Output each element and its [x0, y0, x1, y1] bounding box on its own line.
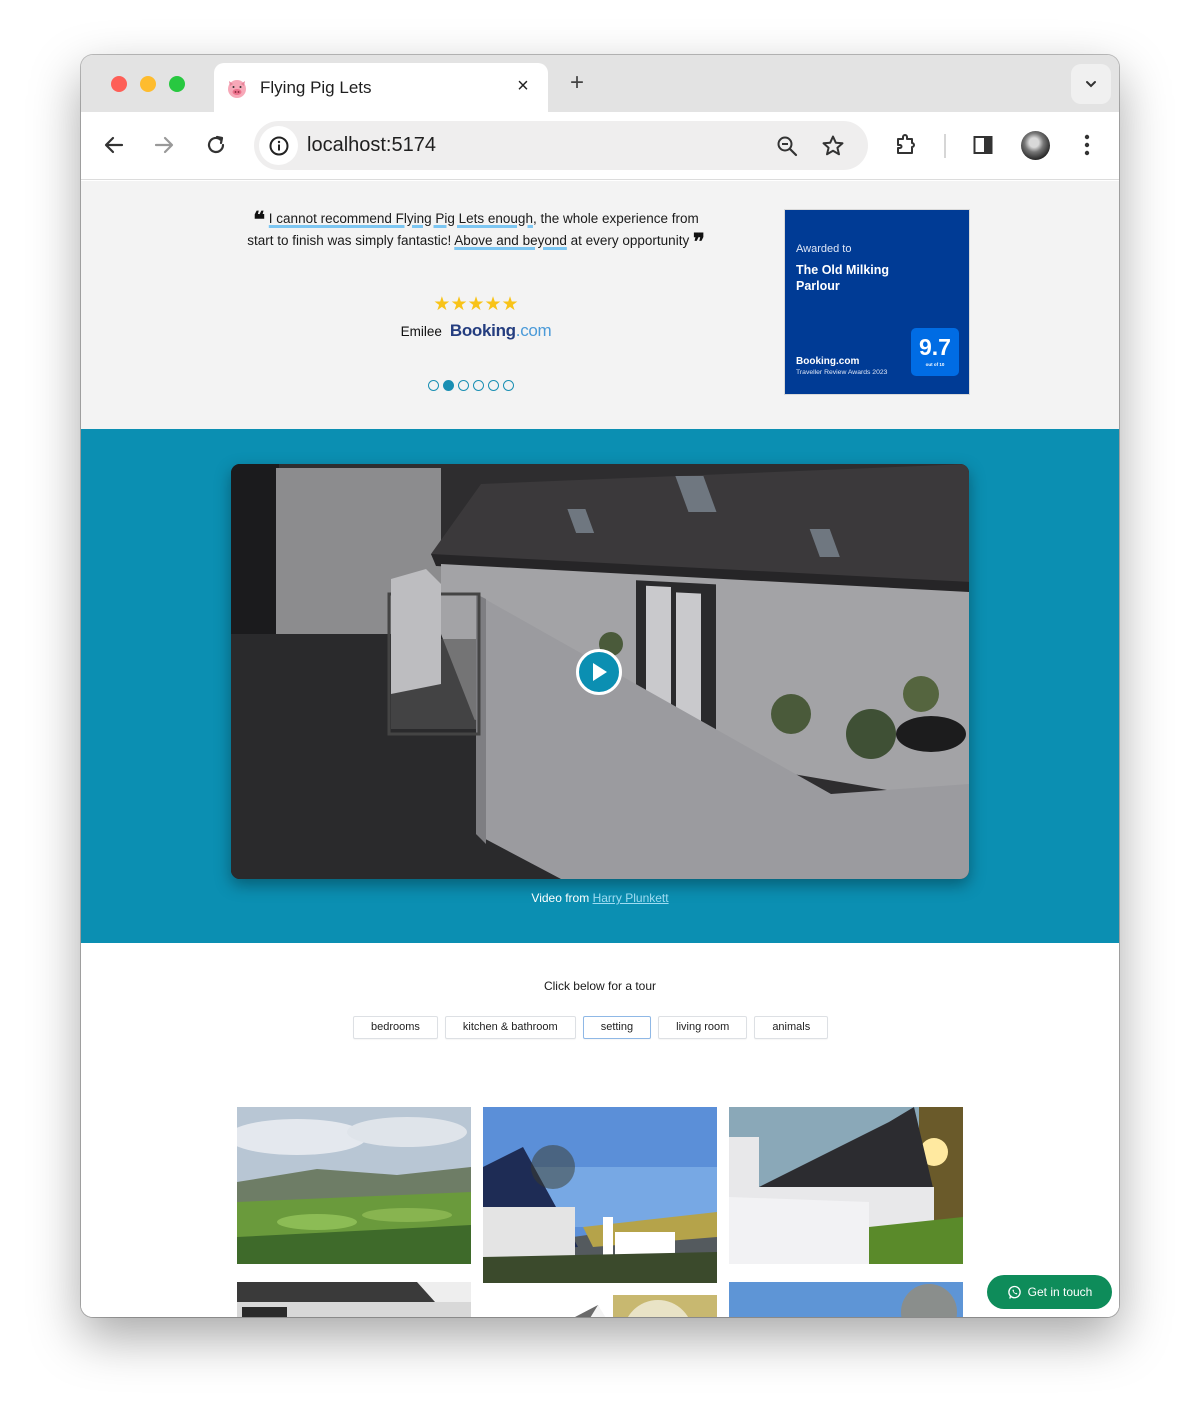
open-quote-icon: ❝ [253, 207, 266, 233]
close-quote-icon: ❞ [692, 229, 705, 255]
tour-filter-living-room[interactable]: living room [658, 1016, 748, 1039]
tour-filter-kitchen-bathroom[interactable]: kitchen & bathroom [444, 1016, 576, 1039]
carousel-dot[interactable] [473, 380, 484, 391]
reviewer-name: Emilee [400, 323, 442, 339]
url-text[interactable]: localhost:5174 [307, 134, 436, 157]
play-icon [593, 663, 607, 681]
cottage-sunset-image [729, 1107, 963, 1264]
award-label: Awarded to [796, 243, 852, 255]
site-info-button[interactable] [259, 126, 298, 165]
video-player[interactable] [231, 464, 969, 879]
tour-filter-bar: bedrooms kitchen & bathroom setting living … [353, 1016, 829, 1039]
browser-tab[interactable]: Flying Pig Lets × [214, 63, 548, 112]
award-score: 9.7 [919, 334, 951, 360]
bookmark-star-icon [822, 135, 844, 156]
gallery-photo[interactable] [483, 1295, 717, 1317]
carousel-dot[interactable] [503, 380, 514, 391]
side-panel-button[interactable] [969, 131, 997, 159]
address-bar[interactable]: localhost:5174 [254, 121, 868, 170]
video-credit-link[interactable]: Harry Plunkett [593, 891, 669, 905]
carousel-dots [428, 380, 514, 391]
bookmark-button[interactable] [820, 133, 846, 159]
close-tab-icon[interactable]: × [512, 75, 534, 97]
tour-filter-animals[interactable]: animals [754, 1016, 829, 1039]
reviewer-line: Emilee Booking.com [381, 321, 571, 341]
tab-search-button[interactable] [1071, 64, 1111, 104]
gallery-photo[interactable] [237, 1282, 471, 1317]
site-info-icon [269, 136, 288, 155]
star-rating: ★★★★★ [433, 294, 519, 315]
extensions-icon [897, 134, 915, 154]
tour-section: Click below for a tour bedrooms kitchen &… [81, 943, 1119, 1317]
zoom-out-icon [777, 136, 798, 157]
get-in-touch-button[interactable]: Get in touch [987, 1275, 1112, 1309]
carousel-dot[interactable] [443, 380, 454, 391]
maximize-window-button[interactable] [169, 76, 185, 92]
cottage-gable-image [483, 1295, 717, 1317]
review-quote: ❝ I cannot recommend Flying Pig Lets eno… [241, 207, 711, 255]
tab-title: Flying Pig Lets [260, 77, 372, 97]
gallery-photo[interactable] [483, 1107, 717, 1283]
more-menu-button[interactable] [1073, 131, 1101, 159]
more-menu-icon [1084, 134, 1090, 156]
side-panel-icon [973, 136, 993, 154]
quote-highlight: Above and beyond [454, 233, 567, 248]
forward-icon [154, 136, 174, 154]
tour-heading: Click below for a tour [543, 979, 657, 993]
booking-award-badge: Awarded to The Old Milking Parlour Booki… [784, 209, 970, 395]
award-brand: Booking.com [796, 356, 860, 367]
award-score-sub: out of 10 [925, 362, 945, 367]
profile-avatar[interactable] [1021, 131, 1050, 160]
close-window-button[interactable] [111, 76, 127, 92]
minimize-window-button[interactable] [140, 76, 156, 92]
cottage-roof-sky-image [729, 1282, 963, 1317]
play-button[interactable] [576, 649, 622, 695]
video-credit-prefix: Video from [531, 891, 590, 905]
reviews-section: ❝ I cannot recommend Flying Pig Lets eno… [81, 181, 1119, 429]
gallery-photo[interactable] [729, 1107, 963, 1264]
gallery-photo[interactable] [237, 1107, 471, 1264]
award-property-name: The Old Milking Parlour [796, 263, 890, 293]
back-icon [104, 136, 124, 154]
whatsapp-icon [1007, 1285, 1021, 1299]
booking-logo: Booking.com [450, 321, 552, 341]
quote-highlight: I cannot recommend Flying Pig Lets enoug… [268, 211, 533, 226]
page-content: ❝ I cannot recommend Flying Pig Lets eno… [81, 181, 1119, 1317]
forward-button[interactable] [151, 132, 177, 158]
get-in-touch-label: Get in touch [1027, 1285, 1093, 1299]
browser-toolbar: localhost:5174 [81, 112, 1119, 180]
valley-view-image [237, 1107, 471, 1264]
carousel-dot[interactable] [428, 380, 439, 391]
zoom-out-button[interactable] [774, 133, 800, 159]
booking-logo-brand: Booking [449, 321, 516, 340]
tour-filter-bedrooms[interactable]: bedrooms [353, 1016, 438, 1039]
cottage-bw-image [237, 1282, 471, 1317]
chevron-down-icon [1086, 81, 1096, 88]
quote-text: at every opportunity [566, 233, 690, 248]
cottage-gateway-image [483, 1107, 717, 1283]
award-subtitle: Traveller Review Awards 2023 [796, 369, 888, 376]
new-tab-button[interactable]: + [565, 71, 589, 95]
reload-icon [207, 135, 225, 154]
video-credit: Video from Harry Plunkett [81, 891, 1119, 905]
tab-strip: Flying Pig Lets × + [81, 55, 1119, 112]
back-button[interactable] [101, 132, 127, 158]
carousel-dot[interactable] [458, 380, 469, 391]
toolbar-separator [944, 134, 946, 158]
tour-filter-setting[interactable]: setting [582, 1016, 652, 1039]
reload-button[interactable] [203, 132, 229, 158]
award-score-box: 9.7 out of 10 [911, 328, 959, 376]
gallery-photo[interactable] [729, 1282, 963, 1317]
video-section: Video from Harry Plunkett [81, 429, 1119, 943]
pig-face-icon [224, 75, 250, 101]
booking-logo-tld: .com [515, 321, 552, 340]
carousel-dot[interactable] [488, 380, 499, 391]
extensions-button[interactable] [892, 131, 920, 159]
browser-window: Flying Pig Lets × + localhost:5174 ❝ I c… [81, 55, 1119, 1317]
